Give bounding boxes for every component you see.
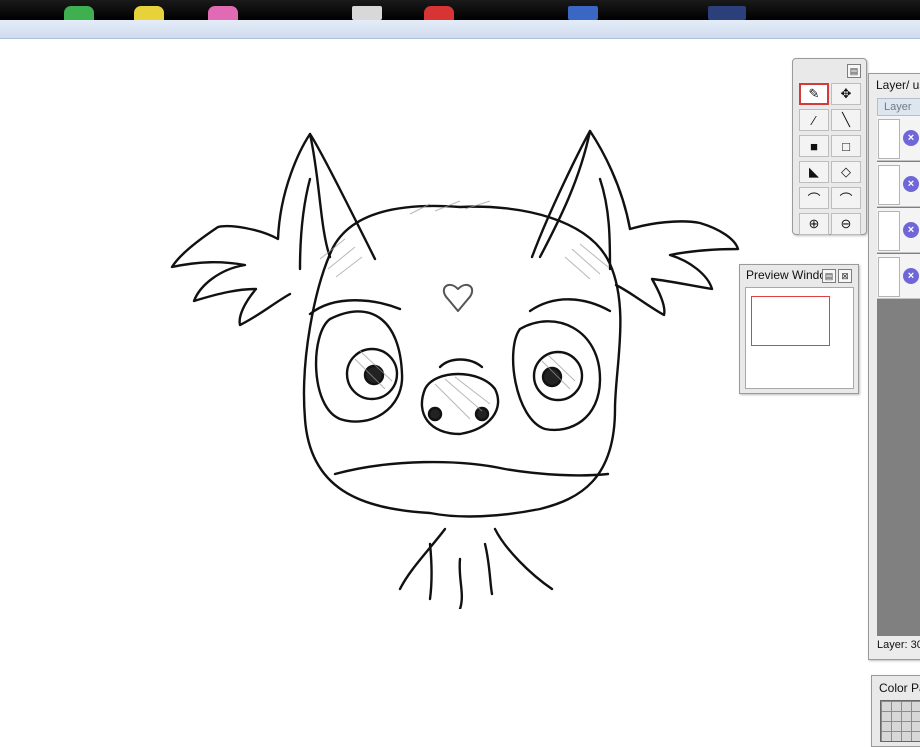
preview-window-controls: ▤ ⊠ [822, 269, 852, 283]
zoom-out-tool-button[interactable]: ⊖ [831, 213, 861, 235]
fill-rect-icon: ■ [810, 138, 818, 154]
visibility-toggle-icon[interactable]: × [903, 222, 919, 238]
pencil-tool-button[interactable]: ✎ [799, 83, 829, 105]
zoom-in-icon: ⊕ [808, 216, 820, 231]
layer-row[interactable]: × [877, 162, 920, 207]
zoom-in-tool-button[interactable]: ⊕ [799, 213, 829, 235]
select-rect-icon: □ [842, 138, 850, 154]
tab-layer[interactable]: Layer [877, 98, 920, 116]
layer-list[interactable]: × × × × [877, 116, 920, 636]
drawing-canvas[interactable] [0, 39, 866, 740]
layer-thumbnail [878, 257, 900, 297]
select-rect-tool-button[interactable]: □ [831, 135, 861, 157]
layers-panel: Layer/ us Layer × × × × Layer: 30 [868, 73, 920, 660]
layer-thumbnail [878, 211, 900, 251]
curve-icon: ⌒ [839, 191, 853, 207]
preview-window: Preview Windo ▤ ⊠ [739, 264, 859, 394]
lasso-icon: ◇ [841, 164, 851, 179]
sketch-artwork [170, 129, 740, 609]
window-titlebar [0, 20, 920, 39]
layer-row[interactable]: × [877, 254, 920, 299]
line-icon: ╲ [842, 112, 850, 127]
polyline-icon: ⌒ [807, 191, 821, 207]
taskbar-icon-monitor[interactable] [708, 6, 746, 20]
visibility-toggle-icon[interactable]: × [903, 176, 919, 192]
curve-tool-button[interactable]: ⌒ [831, 187, 861, 209]
desktop-taskbar [0, 0, 920, 20]
color-palette-panel: Color Pa [871, 675, 920, 747]
taskbar-icon-pink[interactable] [208, 6, 238, 20]
move-icon: ✥ [840, 86, 852, 101]
taskbar-icon-blue[interactable] [568, 6, 598, 20]
layers-panel-title: Layer/ us [876, 78, 920, 92]
lasso-select-tool-button[interactable]: ◇ [831, 161, 861, 183]
preview-viewport-frame[interactable] [751, 296, 830, 346]
line-tool-button[interactable]: ╲ [831, 109, 861, 131]
fill-rect-tool-button[interactable]: ■ [799, 135, 829, 157]
taskbar-icon-red[interactable] [424, 6, 454, 20]
taskbar-icon-yellow[interactable] [134, 6, 164, 20]
visibility-toggle-icon[interactable]: × [903, 130, 919, 146]
layer-thumbnail [878, 119, 900, 159]
zoom-out-icon: ⊖ [840, 216, 852, 231]
tool-palette: ▤ ✎ ✥ ⁄ ╲ ■ □ ◣ ◇ ⌒ ⌒ ⊕ ⊖ [792, 58, 867, 235]
layer-row[interactable]: × [877, 208, 920, 253]
pencil-icon: ✎ [808, 86, 820, 101]
layer-row[interactable]: × [877, 116, 920, 161]
taskbar-icon-green[interactable] [64, 6, 94, 20]
preview-canvas[interactable] [745, 287, 854, 389]
tool-grid: ✎ ✥ ⁄ ╲ ■ □ ◣ ◇ ⌒ ⌒ ⊕ ⊖ [799, 83, 861, 237]
move-tool-button[interactable]: ✥ [831, 83, 861, 105]
layer-count-label: Layer: 30 [877, 639, 920, 651]
preview-window-title: Preview Windo [746, 268, 824, 282]
polyline-tool-button[interactable]: ⌒ [799, 187, 829, 209]
eyedropper-tool-button[interactable]: ⁄ [799, 109, 829, 131]
close-icon[interactable]: ⊠ [838, 269, 852, 283]
tool-palette-menu-button[interactable]: ▤ [847, 64, 861, 78]
color-swatch-grid[interactable] [880, 700, 920, 742]
fill-shape-tool-button[interactable]: ◣ [799, 161, 829, 183]
eyedropper-icon: ⁄ [812, 112, 816, 128]
minimize-icon[interactable]: ▤ [822, 269, 836, 283]
layer-thumbnail [878, 165, 900, 205]
visibility-toggle-icon[interactable]: × [903, 268, 919, 284]
fill-shape-icon: ◣ [809, 164, 819, 179]
taskbar-icon-white[interactable] [352, 6, 382, 20]
color-palette-title: Color Pa [879, 681, 920, 695]
